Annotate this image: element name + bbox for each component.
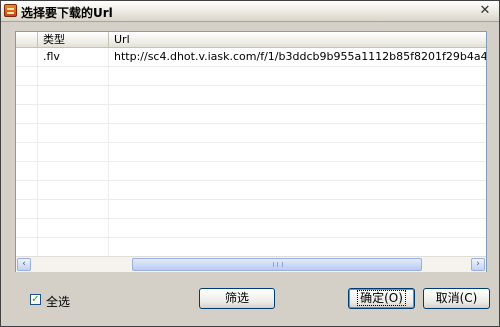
close-icon[interactable]: ✕ [477, 3, 493, 18]
empty-row [16, 67, 486, 86]
url-list[interactable]: 类型 Url .flv http://sc4.dhot.v.iask.com/f… [15, 31, 487, 272]
type-cell: .flv [38, 48, 109, 66]
column-header-type[interactable]: 类型 [38, 32, 109, 47]
scroll-thumb[interactable] [132, 258, 422, 271]
cancel-button-label: 取消(C) [435, 291, 478, 305]
empty-row [16, 238, 486, 256]
empty-row [16, 124, 486, 143]
empty-row [16, 181, 486, 200]
ok-button[interactable]: 确定(O) [348, 288, 415, 309]
column-header-url[interactable]: Url [109, 32, 486, 47]
app-icon [4, 4, 17, 17]
empty-row [16, 200, 486, 219]
select-all-checkbox[interactable]: ✓ [30, 294, 41, 305]
empty-row [16, 162, 486, 181]
window-title: 选择要下载的Url [21, 6, 113, 20]
list-rows: .flv http://sc4.dhot.v.iask.com/f/1/b3dd… [16, 48, 486, 256]
ok-button-label: 确定(O) [357, 290, 406, 306]
scroll-left-icon[interactable]: ‹ [17, 258, 31, 271]
cancel-button[interactable]: 取消(C) [423, 288, 490, 309]
select-all-label[interactable]: 全选 [46, 293, 70, 310]
row-index-cell [16, 48, 38, 66]
url-selection-dialog: 选择要下载的Url ✕ 类型 Url .flv http://sc4.dhot.… [0, 0, 500, 327]
column-header-index[interactable] [16, 32, 38, 47]
list-header: 类型 Url [16, 32, 486, 48]
url-cell: http://sc4.dhot.v.iask.com/f/1/b3ddcb9b9… [114, 50, 486, 63]
empty-row [16, 86, 486, 105]
empty-row [16, 143, 486, 162]
filter-button-label: 筛选 [224, 291, 249, 305]
title-bar[interactable]: 选择要下载的Url ✕ [1, 1, 499, 22]
empty-row [16, 219, 486, 238]
grip-icon [273, 262, 283, 267]
table-row[interactable]: .flv http://sc4.dhot.v.iask.com/f/1/b3dd… [16, 48, 486, 67]
scroll-right-icon[interactable]: › [471, 258, 485, 271]
filter-button[interactable]: 筛选 [199, 288, 275, 309]
horizontal-scrollbar[interactable]: ‹ › [16, 256, 486, 272]
empty-row [16, 105, 486, 124]
